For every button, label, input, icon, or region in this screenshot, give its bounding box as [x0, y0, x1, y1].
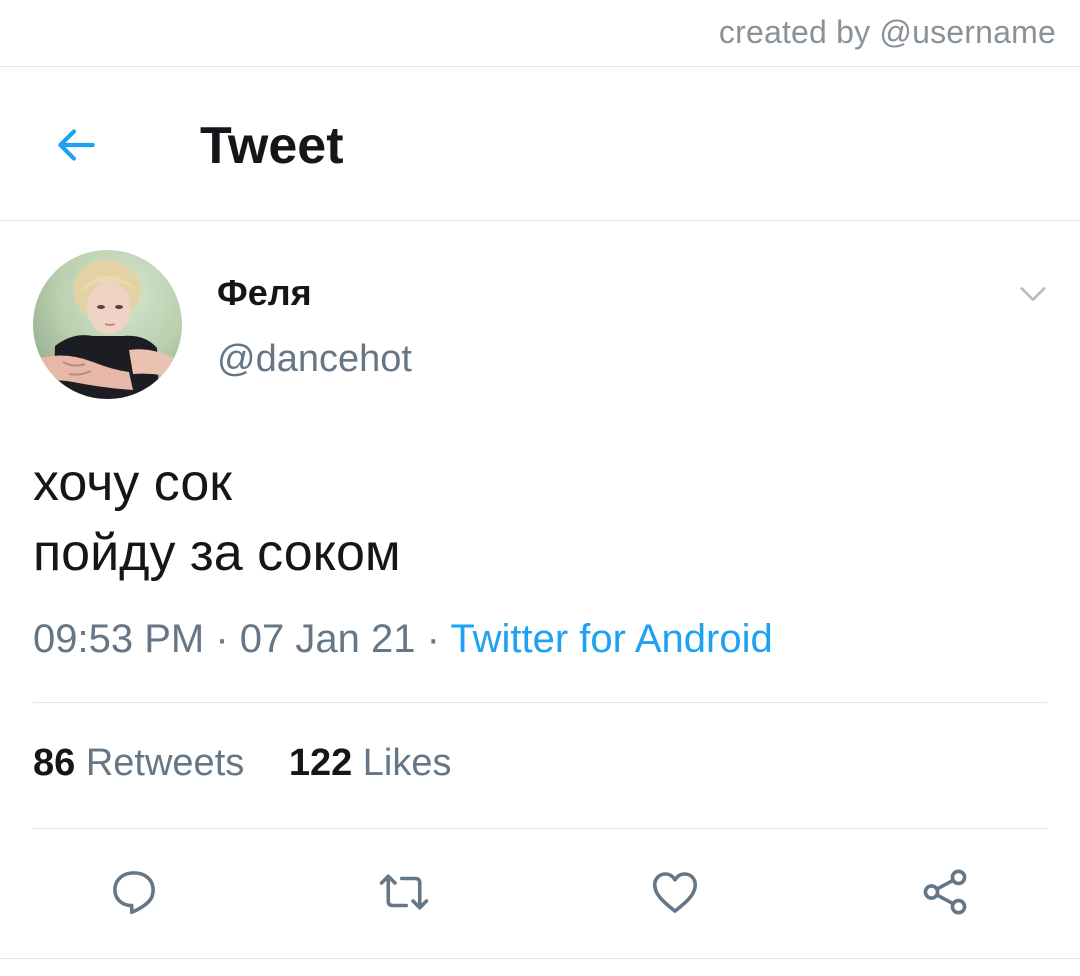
retweets-label: Retweets: [85, 742, 245, 784]
tweet-author: Феля @dancehot: [33, 250, 1053, 400]
arrow-left-icon: [58, 129, 95, 161]
reply-icon: [113, 871, 155, 915]
tweet-text: хочу сок пойду за соком: [33, 448, 401, 588]
tweet-meta: 09:53 PM · 07 Jan 21 · Twitter for Andro…: [33, 617, 773, 662]
back-button[interactable]: [46, 117, 106, 173]
page-title: Tweet: [200, 117, 344, 175]
bottom-divider: [0, 958, 1080, 959]
avatar-photo: [33, 250, 182, 399]
chevron-down-icon: [1020, 287, 1046, 301]
reply-button[interactable]: [104, 862, 164, 922]
tweet-time: 09:53 PM: [33, 617, 205, 661]
tweet-text-line: хочу сок: [33, 454, 232, 512]
header-bar: Tweet: [0, 67, 1080, 221]
tweet-actions: [0, 862, 1080, 922]
meta-divider: [33, 702, 1047, 703]
author-display-name[interactable]: Феля: [217, 272, 312, 314]
meta-separator: ·: [426, 617, 440, 661]
like-button[interactable]: [645, 862, 705, 922]
like-icon: [652, 872, 698, 913]
likes-count: 122: [288, 742, 353, 784]
author-handle[interactable]: @dancehot: [217, 338, 412, 381]
tweet-source-link[interactable]: Twitter for Android: [450, 617, 772, 661]
likes-label: Likes: [362, 742, 452, 784]
tweet-text-line: пойду за соком: [33, 524, 401, 582]
avatar[interactable]: [33, 250, 182, 399]
stats-divider: [33, 828, 1047, 829]
more-options-button[interactable]: [1013, 276, 1053, 312]
share-button[interactable]: [915, 862, 975, 922]
creator-credit: created by @username: [718, 14, 1056, 50]
meta-separator: ·: [215, 617, 229, 661]
header-divider: [0, 220, 1080, 221]
retweet-icon: [379, 874, 429, 910]
likes-stat[interactable]: 122 Likes: [289, 742, 452, 785]
tweet-stats: 86 Retweets 122 Likes: [33, 742, 452, 785]
share-icon: [923, 869, 967, 915]
retweet-button[interactable]: [374, 862, 434, 922]
retweets-stat[interactable]: 86 Retweets: [33, 742, 244, 785]
tweet-date: 07 Jan 21: [239, 617, 416, 661]
retweets-count: 86: [33, 742, 76, 784]
